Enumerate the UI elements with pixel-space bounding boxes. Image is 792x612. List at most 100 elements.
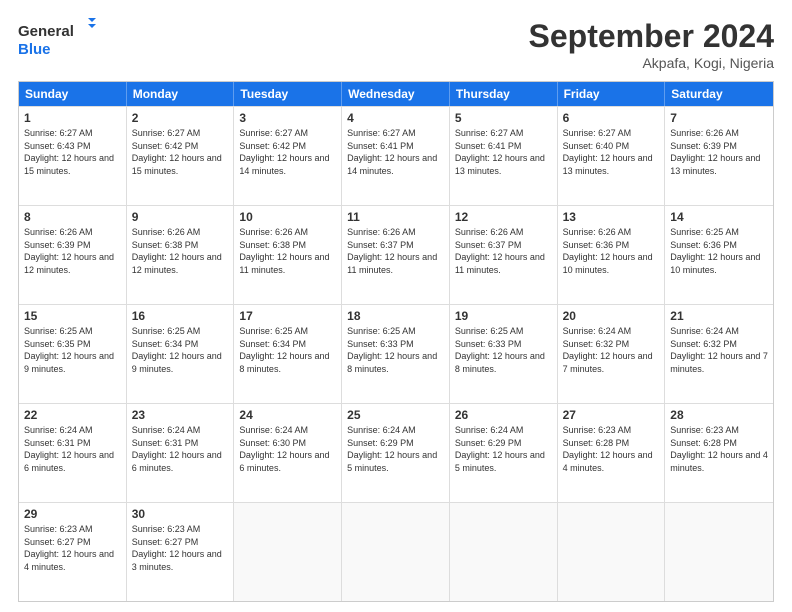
cell-info: Sunrise: 6:24 AMSunset: 6:30 PMDaylight:…	[239, 425, 329, 473]
calendar-header: SundayMondayTuesdayWednesdayThursdayFrid…	[19, 82, 773, 106]
calendar-cell-26: 26 Sunrise: 6:24 AMSunset: 6:29 PMDaylig…	[450, 404, 558, 502]
calendar: SundayMondayTuesdayWednesdayThursdayFrid…	[18, 81, 774, 602]
day-number: 23	[132, 408, 229, 422]
calendar-cell-18: 18 Sunrise: 6:25 AMSunset: 6:33 PMDaylig…	[342, 305, 450, 403]
header-day-wednesday: Wednesday	[342, 82, 450, 106]
calendar-cell-10: 10 Sunrise: 6:26 AMSunset: 6:38 PMDaylig…	[234, 206, 342, 304]
calendar-cell-empty	[665, 503, 773, 601]
calendar-cell-6: 6 Sunrise: 6:27 AMSunset: 6:40 PMDayligh…	[558, 107, 666, 205]
cell-info: Sunrise: 6:26 AMSunset: 6:36 PMDaylight:…	[563, 227, 653, 275]
cell-info: Sunrise: 6:24 AMSunset: 6:32 PMDaylight:…	[563, 326, 653, 374]
cell-info: Sunrise: 6:26 AMSunset: 6:38 PMDaylight:…	[132, 227, 222, 275]
calendar-cell-24: 24 Sunrise: 6:24 AMSunset: 6:30 PMDaylig…	[234, 404, 342, 502]
calendar-cell-11: 11 Sunrise: 6:26 AMSunset: 6:37 PMDaylig…	[342, 206, 450, 304]
calendar-cell-15: 15 Sunrise: 6:25 AMSunset: 6:35 PMDaylig…	[19, 305, 127, 403]
day-number: 1	[24, 111, 121, 125]
day-number: 27	[563, 408, 660, 422]
calendar-row-5: 29 Sunrise: 6:23 AMSunset: 6:27 PMDaylig…	[19, 502, 773, 601]
day-number: 2	[132, 111, 229, 125]
header-day-friday: Friday	[558, 82, 666, 106]
logo: General Blue	[18, 18, 98, 58]
cell-info: Sunrise: 6:25 AMSunset: 6:33 PMDaylight:…	[455, 326, 545, 374]
cell-info: Sunrise: 6:24 AMSunset: 6:29 PMDaylight:…	[455, 425, 545, 473]
day-number: 18	[347, 309, 444, 323]
day-number: 28	[670, 408, 768, 422]
svg-text:Blue: Blue	[18, 41, 51, 58]
cell-info: Sunrise: 6:26 AMSunset: 6:37 PMDaylight:…	[347, 227, 437, 275]
day-number: 10	[239, 210, 336, 224]
cell-info: Sunrise: 6:25 AMSunset: 6:36 PMDaylight:…	[670, 227, 760, 275]
calendar-cell-empty	[234, 503, 342, 601]
cell-info: Sunrise: 6:24 AMSunset: 6:29 PMDaylight:…	[347, 425, 437, 473]
cell-info: Sunrise: 6:23 AMSunset: 6:28 PMDaylight:…	[670, 425, 768, 473]
calendar-page: General Blue September 2024 Akpafa, Kogi…	[0, 0, 792, 612]
header-day-sunday: Sunday	[19, 82, 127, 106]
cell-info: Sunrise: 6:27 AMSunset: 6:42 PMDaylight:…	[239, 128, 329, 176]
logo-svg: General Blue	[18, 18, 98, 58]
day-number: 13	[563, 210, 660, 224]
header-day-tuesday: Tuesday	[234, 82, 342, 106]
calendar-cell-27: 27 Sunrise: 6:23 AMSunset: 6:28 PMDaylig…	[558, 404, 666, 502]
calendar-cell-20: 20 Sunrise: 6:24 AMSunset: 6:32 PMDaylig…	[558, 305, 666, 403]
calendar-cell-7: 7 Sunrise: 6:26 AMSunset: 6:39 PMDayligh…	[665, 107, 773, 205]
cell-info: Sunrise: 6:25 AMSunset: 6:34 PMDaylight:…	[132, 326, 222, 374]
cell-info: Sunrise: 6:23 AMSunset: 6:27 PMDaylight:…	[132, 524, 222, 572]
calendar-cell-12: 12 Sunrise: 6:26 AMSunset: 6:37 PMDaylig…	[450, 206, 558, 304]
calendar-cell-14: 14 Sunrise: 6:25 AMSunset: 6:36 PMDaylig…	[665, 206, 773, 304]
day-number: 15	[24, 309, 121, 323]
calendar-row-1: 1 Sunrise: 6:27 AMSunset: 6:43 PMDayligh…	[19, 106, 773, 205]
cell-info: Sunrise: 6:24 AMSunset: 6:32 PMDaylight:…	[670, 326, 768, 374]
calendar-cell-22: 22 Sunrise: 6:24 AMSunset: 6:31 PMDaylig…	[19, 404, 127, 502]
cell-info: Sunrise: 6:27 AMSunset: 6:40 PMDaylight:…	[563, 128, 653, 176]
calendar-cell-empty	[342, 503, 450, 601]
calendar-cell-8: 8 Sunrise: 6:26 AMSunset: 6:39 PMDayligh…	[19, 206, 127, 304]
day-number: 19	[455, 309, 552, 323]
day-number: 30	[132, 507, 229, 521]
calendar-cell-21: 21 Sunrise: 6:24 AMSunset: 6:32 PMDaylig…	[665, 305, 773, 403]
day-number: 11	[347, 210, 444, 224]
calendar-cell-empty	[450, 503, 558, 601]
cell-info: Sunrise: 6:26 AMSunset: 6:39 PMDaylight:…	[670, 128, 760, 176]
day-number: 12	[455, 210, 552, 224]
cell-info: Sunrise: 6:23 AMSunset: 6:28 PMDaylight:…	[563, 425, 653, 473]
calendar-cell-4: 4 Sunrise: 6:27 AMSunset: 6:41 PMDayligh…	[342, 107, 450, 205]
calendar-row-2: 8 Sunrise: 6:26 AMSunset: 6:39 PMDayligh…	[19, 205, 773, 304]
day-number: 6	[563, 111, 660, 125]
calendar-cell-23: 23 Sunrise: 6:24 AMSunset: 6:31 PMDaylig…	[127, 404, 235, 502]
calendar-cell-5: 5 Sunrise: 6:27 AMSunset: 6:41 PMDayligh…	[450, 107, 558, 205]
day-number: 29	[24, 507, 121, 521]
cell-info: Sunrise: 6:24 AMSunset: 6:31 PMDaylight:…	[132, 425, 222, 473]
cell-info: Sunrise: 6:26 AMSunset: 6:38 PMDaylight:…	[239, 227, 329, 275]
calendar-cell-30: 30 Sunrise: 6:23 AMSunset: 6:27 PMDaylig…	[127, 503, 235, 601]
calendar-body: 1 Sunrise: 6:27 AMSunset: 6:43 PMDayligh…	[19, 106, 773, 601]
header-day-thursday: Thursday	[450, 82, 558, 106]
day-number: 25	[347, 408, 444, 422]
calendar-cell-3: 3 Sunrise: 6:27 AMSunset: 6:42 PMDayligh…	[234, 107, 342, 205]
cell-info: Sunrise: 6:25 AMSunset: 6:34 PMDaylight:…	[239, 326, 329, 374]
cell-info: Sunrise: 6:27 AMSunset: 6:41 PMDaylight:…	[455, 128, 545, 176]
cell-info: Sunrise: 6:27 AMSunset: 6:43 PMDaylight:…	[24, 128, 114, 176]
day-number: 7	[670, 111, 768, 125]
day-number: 9	[132, 210, 229, 224]
day-number: 22	[24, 408, 121, 422]
day-number: 17	[239, 309, 336, 323]
header-day-monday: Monday	[127, 82, 235, 106]
month-title: September 2024	[529, 18, 774, 55]
calendar-cell-16: 16 Sunrise: 6:25 AMSunset: 6:34 PMDaylig…	[127, 305, 235, 403]
day-number: 8	[24, 210, 121, 224]
header-day-saturday: Saturday	[665, 82, 773, 106]
cell-info: Sunrise: 6:25 AMSunset: 6:33 PMDaylight:…	[347, 326, 437, 374]
day-number: 4	[347, 111, 444, 125]
header: General Blue September 2024 Akpafa, Kogi…	[18, 18, 774, 71]
cell-info: Sunrise: 6:27 AMSunset: 6:42 PMDaylight:…	[132, 128, 222, 176]
calendar-cell-28: 28 Sunrise: 6:23 AMSunset: 6:28 PMDaylig…	[665, 404, 773, 502]
day-number: 20	[563, 309, 660, 323]
calendar-cell-9: 9 Sunrise: 6:26 AMSunset: 6:38 PMDayligh…	[127, 206, 235, 304]
cell-info: Sunrise: 6:26 AMSunset: 6:37 PMDaylight:…	[455, 227, 545, 275]
calendar-cell-17: 17 Sunrise: 6:25 AMSunset: 6:34 PMDaylig…	[234, 305, 342, 403]
calendar-cell-2: 2 Sunrise: 6:27 AMSunset: 6:42 PMDayligh…	[127, 107, 235, 205]
day-number: 3	[239, 111, 336, 125]
day-number: 14	[670, 210, 768, 224]
day-number: 21	[670, 309, 768, 323]
calendar-cell-13: 13 Sunrise: 6:26 AMSunset: 6:36 PMDaylig…	[558, 206, 666, 304]
